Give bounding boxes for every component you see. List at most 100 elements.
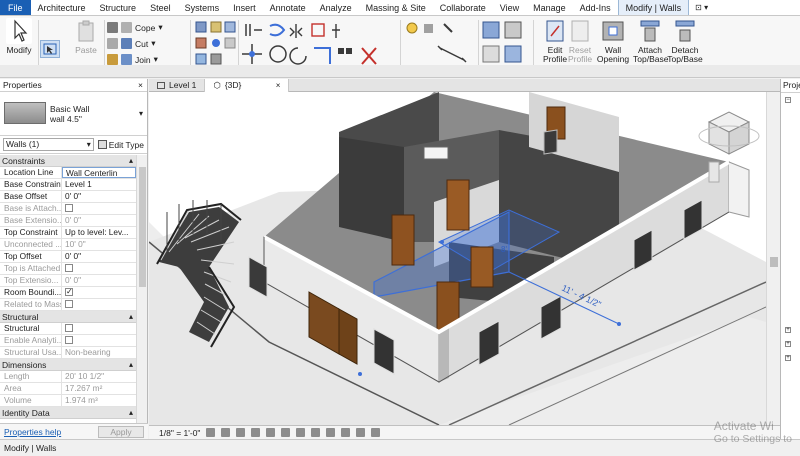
height-dimension-label[interactable]: 8': [501, 245, 507, 254]
wall-opening-button[interactable]: Wall Opening: [594, 18, 632, 64]
property-row[interactable]: Base Constraint Level 1: [0, 179, 136, 191]
shadows-icon[interactable]: [251, 428, 261, 437]
mirror-draw-icon[interactable]: [311, 23, 325, 37]
unpin-icon[interactable]: [224, 37, 236, 49]
tab-analyze[interactable]: Analyze: [313, 0, 359, 15]
analytical-model-icon[interactable]: [356, 428, 366, 437]
properties-scrollbar[interactable]: [136, 155, 147, 423]
property-category[interactable]: Constraints: [0, 155, 136, 167]
chevron-down-icon[interactable]: ▾: [139, 109, 143, 118]
hide-icon[interactable]: [424, 24, 433, 33]
align-icon[interactable]: [245, 24, 262, 36]
trim-icon[interactable]: [314, 47, 331, 64]
mirror-pick-icon[interactable]: [289, 24, 303, 38]
render-icon[interactable]: [266, 428, 276, 437]
crop-view-icon[interactable]: [281, 428, 291, 437]
tab-insert[interactable]: Insert: [226, 0, 263, 15]
lightbulb-icon[interactable]: [406, 22, 418, 34]
create-group-icon[interactable]: [482, 45, 500, 63]
tab-manage[interactable]: Manage: [526, 0, 573, 15]
tab-extra-menu[interactable]: ⊡ ▾: [689, 0, 714, 15]
reveal-hidden-icon[interactable]: [341, 428, 351, 437]
attach-top-base-button[interactable]: Attach Top/Base: [633, 18, 668, 64]
tab-structure[interactable]: Structure: [93, 0, 144, 15]
tab-file[interactable]: File: [0, 0, 31, 15]
tab-annotate[interactable]: Annotate: [263, 0, 313, 15]
create-part-icon[interactable]: [504, 21, 522, 39]
property-value[interactable]: [62, 323, 136, 334]
scale-icon[interactable]: [361, 47, 377, 65]
dimension-icon[interactable]: [210, 53, 222, 65]
property-category[interactable]: Dimensions: [0, 359, 136, 371]
properties-help-link[interactable]: Properties help: [4, 427, 61, 437]
wall-end-grip[interactable]: [440, 240, 444, 244]
viewport-scrollbar[interactable]: [766, 92, 780, 425]
dimension-line-icon[interactable]: [437, 45, 467, 63]
property-row[interactable]: Top Constraint Up to level: Lev...: [0, 227, 136, 239]
property-category[interactable]: Identity Data: [0, 407, 136, 419]
checkbox[interactable]: [65, 287, 73, 297]
tab-view[interactable]: View: [493, 0, 526, 15]
tree-expand-icon[interactable]: +: [785, 327, 791, 333]
property-row[interactable]: Top Offset 0' 0": [0, 251, 136, 263]
temp-hide-icon[interactable]: [326, 428, 336, 437]
property-row[interactable]: Base Offset 0' 0": [0, 191, 136, 203]
measure-icon[interactable]: [195, 53, 207, 65]
copy-element-icon[interactable]: [269, 45, 287, 63]
sun-path-icon[interactable]: [236, 428, 246, 437]
scrollbar-thumb[interactable]: [770, 257, 778, 267]
edit-type-button[interactable]: Edit Type: [97, 140, 144, 150]
cope-button[interactable]: Cope ▾: [107, 21, 163, 34]
tab-add-ins[interactable]: Add-Ins: [573, 0, 618, 15]
reset-profile-button[interactable]: Reset Profile: [562, 18, 598, 64]
tab-systems[interactable]: Systems: [178, 0, 227, 15]
dimension-grip[interactable]: [617, 322, 621, 326]
tab-level-1[interactable]: Level 1: [149, 79, 206, 92]
cut-button[interactable]: Cut ▾: [107, 37, 156, 50]
offset-icon[interactable]: [269, 23, 286, 37]
tree-collapse-icon[interactable]: −: [785, 97, 791, 103]
view-cube-icon[interactable]: [698, 111, 760, 155]
property-row[interactable]: Structural: [0, 323, 136, 335]
type-selector[interactable]: Basic Wall wall 4.5" ▾: [0, 92, 147, 136]
scrollbar-thumb[interactable]: [139, 167, 146, 287]
property-value[interactable]: Up to level: Lev...: [62, 227, 136, 238]
array-icon[interactable]: [338, 48, 352, 54]
lock-3d-icon[interactable]: [311, 428, 321, 437]
select-toggle-button[interactable]: [40, 40, 60, 58]
tab-massing-site[interactable]: Massing & Site: [359, 0, 433, 15]
property-row[interactable]: Location Line Wall Centerlin: [0, 167, 136, 179]
navigation-bar[interactable]: [708, 161, 720, 183]
tree-expand-icon[interactable]: +: [785, 341, 791, 347]
3d-viewport[interactable]: 11' - 4 1/2" 8': [149, 92, 766, 425]
move-icon[interactable]: [242, 44, 262, 64]
pin-icon[interactable]: [212, 39, 220, 47]
visual-style-icon[interactable]: [221, 428, 231, 437]
rotate-icon[interactable]: [289, 47, 307, 65]
checkbox[interactable]: [65, 324, 73, 332]
tab-3d-view[interactable]: ⬡ {3D} ×: [205, 79, 290, 92]
paint-icon[interactable]: [210, 21, 222, 33]
split-icon[interactable]: [332, 24, 340, 38]
detail-level-icon[interactable]: [206, 428, 216, 437]
tab-architecture[interactable]: Architecture: [31, 0, 93, 15]
property-category[interactable]: Structural: [0, 311, 136, 323]
detach-top-base-button[interactable]: Detach Top/Base: [667, 18, 703, 64]
tab-steel[interactable]: Steel: [143, 0, 178, 15]
paste-button[interactable]: Paste: [68, 18, 104, 55]
create-assembly-icon[interactable]: [482, 21, 500, 39]
property-value[interactable]: Wall Centerlin: [62, 167, 136, 178]
instance-filter-select[interactable]: Walls (1): [3, 138, 94, 151]
property-value[interactable]: Level 1: [62, 179, 136, 190]
property-value[interactable]: 0' 0": [62, 191, 136, 202]
property-value[interactable]: [62, 287, 136, 298]
wall-tool-icon[interactable]: [195, 21, 207, 33]
create-similar-icon[interactable]: [504, 45, 522, 63]
tab-modify-walls[interactable]: Modify | Walls: [617, 0, 690, 15]
property-value[interactable]: 0' 0": [62, 251, 136, 262]
highlight-displacement-icon[interactable]: [371, 428, 381, 437]
tab-collaborate[interactable]: Collaborate: [433, 0, 493, 15]
demolish-icon[interactable]: [195, 37, 207, 49]
modify-button[interactable]: Modify: [1, 18, 37, 55]
property-row[interactable]: Room Boundi...: [0, 287, 136, 299]
